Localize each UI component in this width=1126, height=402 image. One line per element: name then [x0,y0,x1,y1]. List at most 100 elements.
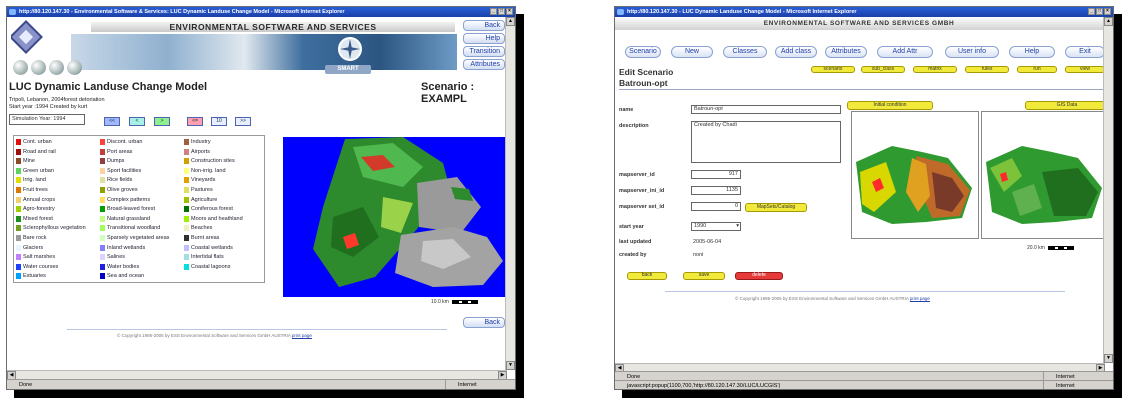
gis-data-map[interactable] [981,111,1109,239]
back-bottom-button[interactable]: Back [463,317,505,328]
vertical-scrollbar[interactable]: ▲ ▼ [1103,17,1113,363]
last-updated-value: 2005-06-04 [693,239,722,245]
initial-condition-map[interactable] [851,111,979,239]
mapsets-catalog-button[interactable]: MapSets/Catalog [745,203,807,212]
scroll-up-icon[interactable]: ▲ [506,17,515,26]
last-step-button[interactable]: >> [235,117,251,126]
scale-bar-icon [451,299,478,304]
tab-sub-class[interactable]: sub_class [861,66,905,73]
copyright: © Copyright 1995-2005 by ESS Environment… [117,333,312,338]
globe-icon [49,60,64,75]
compass-icon [338,37,362,61]
minimize-icon[interactable]: _ [1088,8,1095,15]
ie-icon [617,9,624,15]
mapserver-ini-id-field[interactable]: 1135 [691,186,741,195]
title-bar[interactable]: http://80.120.147.30 - LUC Dynamic Landu… [615,7,1113,17]
legend-label: Coastal wetlands [191,244,233,251]
legend-item: Salines [100,253,180,261]
legend-swatch [184,215,189,222]
back-button[interactable]: Back [463,20,505,31]
add-class-button[interactable]: Add class [775,46,817,58]
gis-data-button[interactable]: GIS Data [1025,101,1109,110]
legend-item: Green urban [16,167,96,175]
save-button[interactable]: save [683,272,725,280]
delete-button[interactable]: delete [735,272,783,280]
legend-item: Coastal wetlands [184,244,264,252]
banner-title: ENVIRONMENTAL SOFTWARE AND SERVICES GMBH [615,18,1103,30]
gis-data-map-image [986,146,1102,224]
help-button[interactable]: Help [1009,46,1055,58]
legend-swatch [184,254,189,261]
simulation-year-field[interactable]: Simulation Year: 1994 [9,114,85,125]
legend-item: Port areas [100,148,180,156]
transition-button[interactable]: Transition [463,46,505,57]
description-label: description [619,123,649,129]
window-title: http://80.120.147.30 - Environmental Sof… [19,9,345,15]
prev-step-button[interactable]: < [129,117,145,126]
mapserver-id-field[interactable]: 917 [691,170,741,179]
close-icon[interactable]: × [506,8,513,15]
user-info-button[interactable]: User info [945,46,999,58]
title-bar[interactable]: http://80.120.147.30 - Environmental Sof… [7,7,515,17]
tab-run[interactable]: run [1017,66,1057,73]
legend-label: Olive groves [107,187,138,193]
attributes-button[interactable]: Attributes [463,59,505,70]
initial-condition-button[interactable]: Initial condition [847,101,933,110]
back-button[interactable]: back [627,272,667,280]
zone-label: Internet [445,380,507,389]
legend-item: Fruit trees [16,186,96,194]
mapserver-set-id-field[interactable]: 0 [691,202,741,211]
scenario-button[interactable]: Scenario [625,46,661,58]
edit-title: Edit Scenario [619,67,674,77]
add-attr-button[interactable]: Add Attr [877,46,933,58]
legend-swatch [184,187,189,193]
landuse-map[interactable] [283,137,509,297]
vertical-scrollbar[interactable]: ▲ ▼ [505,17,515,370]
legend-label: Estuaries [23,273,46,280]
close-icon[interactable]: × [1104,8,1111,15]
print-page-link[interactable]: print page [910,296,930,301]
run-step-button[interactable]: <= [187,117,203,126]
name-field[interactable]: Batroun-opt [691,105,841,114]
scroll-down-icon[interactable]: ▼ [1104,354,1113,363]
start-year-select[interactable]: 1990 ▾ [691,222,741,231]
legend-item: Irrig. land [16,176,96,184]
first-step-button[interactable]: << [104,117,120,126]
tab-matrix[interactable]: matrix [913,66,957,73]
tab-scenario[interactable]: scenario [811,66,855,73]
legend-swatch [184,148,189,155]
maximize-icon[interactable]: □ [1096,8,1103,15]
tab-rules[interactable]: rules [965,66,1009,73]
legend-swatch [16,206,21,213]
legend-label: Sclerophyllous vegetation [23,225,86,232]
scroll-up-icon[interactable]: ▲ [1104,17,1113,26]
attributes-button[interactable]: Attributes [825,46,867,58]
legend-swatch [100,254,105,261]
mapserver-id-label: mapserver_id [619,172,655,178]
next-step-button[interactable]: > [154,117,170,126]
maximize-icon[interactable]: □ [498,8,505,15]
legend-swatch [16,177,21,184]
classes-button[interactable]: Classes [723,46,767,58]
exit-button[interactable]: Exit [1065,46,1105,58]
minimize-icon[interactable]: _ [490,8,497,15]
description-field[interactable]: Created by Chadi [691,121,841,163]
copyright-text: © Copyright 1995-2005 by ESS Environment… [117,333,291,338]
legend-item: Discont. urban [100,138,180,146]
browser-window-right: http://80.120.147.30 - LUC Dynamic Landu… [614,6,1114,390]
scroll-down-icon[interactable]: ▼ [506,361,515,370]
legend-swatch [100,263,105,270]
legend-label: Moors and heathland [191,215,243,222]
landuse-legend: Cont. urban Road and rail Mine Green urban I… [13,135,265,283]
tab-view[interactable]: view [1065,66,1105,73]
print-page-link[interactable]: print page [292,333,312,338]
ten-step-button[interactable]: 10 [211,117,227,126]
legend-label: Water bodies [107,263,140,270]
initial-condition-map-image [856,146,972,224]
help-button[interactable]: Help [463,33,505,44]
legend-label: Agro-forestry [23,206,55,213]
status-link-text: javascript:popup(1100,700,'http://80.120… [627,383,781,389]
legend-swatch [100,244,105,251]
horizontal-scrollbar[interactable]: ◀ ▶ [7,370,507,380]
new-button[interactable]: New [671,46,713,58]
